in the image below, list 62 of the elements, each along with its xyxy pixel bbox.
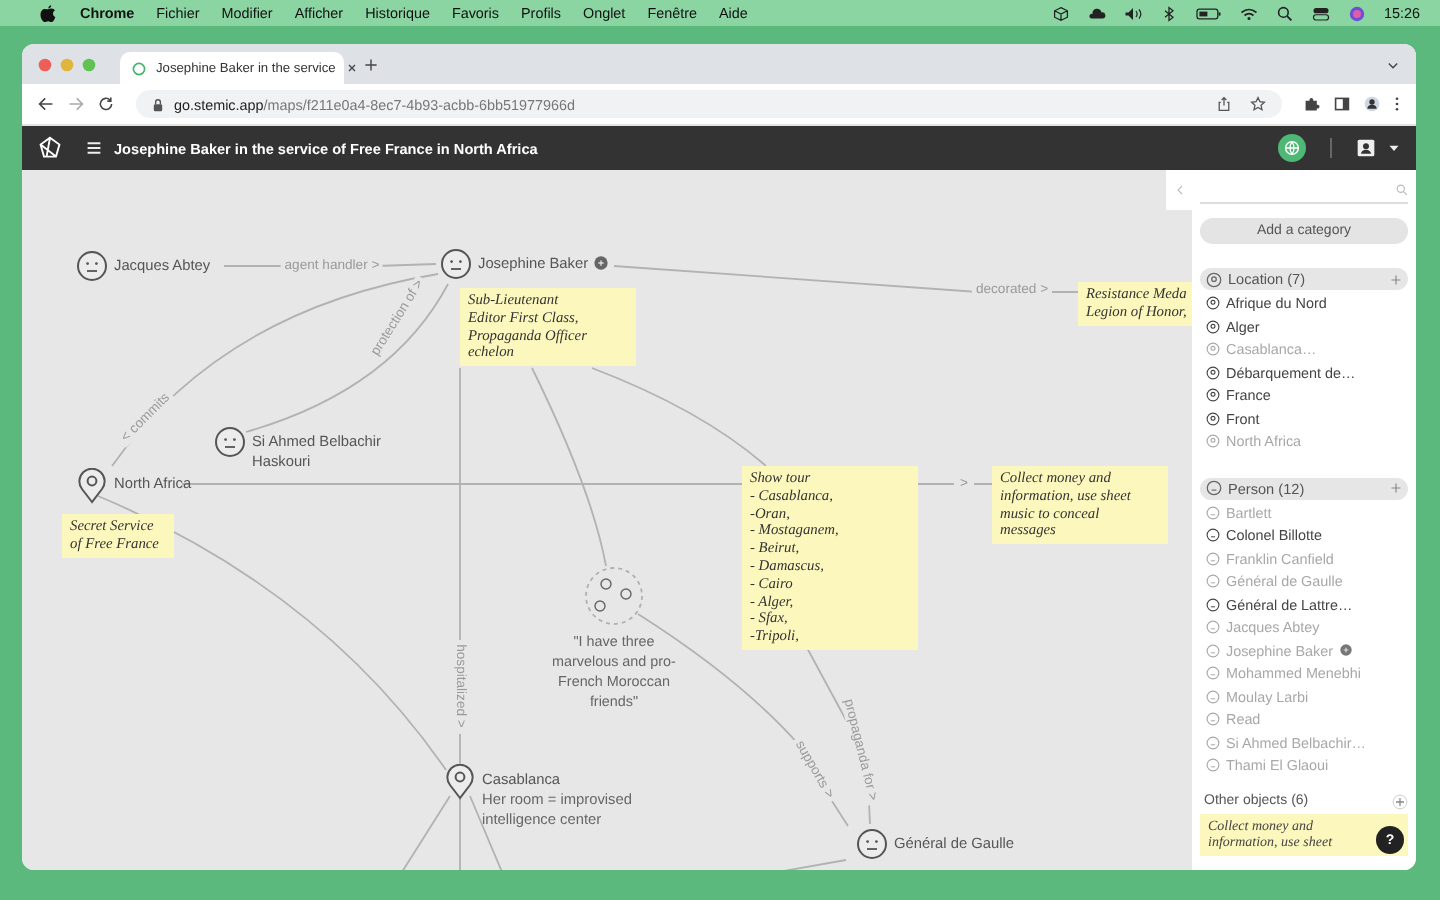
cloud-icon[interactable] (1088, 5, 1106, 21)
search-icon[interactable] (1276, 5, 1294, 21)
connector-line (917, 483, 993, 485)
share-icon[interactable] (1216, 96, 1232, 112)
badge-icon (594, 256, 609, 270)
app-logo-icon[interactable] (38, 136, 62, 160)
person-face-icon (1206, 528, 1220, 543)
person-face-icon (1206, 735, 1220, 750)
location-pin-icon[interactable] (444, 764, 476, 800)
reload-icon[interactable] (98, 96, 114, 112)
person-face-icon[interactable] (856, 828, 888, 860)
caret-icon[interactable] (1388, 142, 1400, 154)
person-face-icon (1206, 643, 1220, 658)
person-face-icon (1206, 480, 1222, 496)
battery-icon[interactable] (1196, 5, 1222, 21)
location-pin-icon[interactable] (76, 468, 108, 504)
person-face-icon[interactable] (214, 426, 246, 458)
apple-logo-icon[interactable] (40, 3, 56, 23)
chevron-down-icon[interactable] (1386, 57, 1400, 71)
person-face-icon (1206, 712, 1220, 727)
person-face-icon (1206, 551, 1220, 566)
back-arrow-icon[interactable] (38, 96, 54, 112)
profile-avatar-icon[interactable] (1364, 96, 1380, 112)
public-globe-button[interactable] (1278, 134, 1306, 162)
wifi-icon[interactable] (1240, 5, 1258, 21)
person-face-icon[interactable] (76, 250, 108, 282)
bluetooth-icon[interactable] (1160, 5, 1178, 21)
location-pin-icon (1206, 388, 1220, 403)
close-window-icon[interactable] (38, 57, 52, 71)
location-pin-icon (1206, 342, 1220, 357)
new-tab-icon[interactable] (364, 57, 378, 71)
sidebar-icon[interactable] (1334, 96, 1350, 112)
location-pin-icon (1206, 271, 1222, 287)
speaker-icon[interactable] (1124, 5, 1142, 21)
puzzle-piece-icon[interactable] (1304, 96, 1320, 112)
kebab-menu-icon[interactable] (1394, 96, 1400, 112)
favicon-icon (132, 61, 146, 75)
person-face-icon (1206, 666, 1220, 681)
person-face-icon (1206, 505, 1220, 520)
chevron-left-icon (1175, 184, 1183, 196)
close-tab-icon[interactable] (345, 62, 358, 74)
search-icon (1396, 184, 1408, 196)
location-pin-icon (1206, 365, 1220, 380)
person-face-icon (1206, 758, 1220, 773)
person-face-icon (1206, 689, 1220, 704)
siri-icon[interactable] (1348, 5, 1366, 21)
star-icon[interactable] (1250, 96, 1266, 112)
person-face-icon (1206, 574, 1220, 589)
menu-icon[interactable] (86, 140, 102, 156)
location-pin-icon (1206, 319, 1220, 334)
toggles-icon[interactable] (1312, 5, 1330, 21)
lock-icon (152, 97, 164, 111)
location-pin-icon (1206, 411, 1220, 426)
person-face-icon (1206, 620, 1220, 635)
person-face-icon[interactable] (440, 248, 472, 280)
cube-icon[interactable] (1052, 5, 1070, 21)
person-face-icon (1206, 597, 1220, 612)
location-pin-icon (1206, 296, 1220, 311)
account-card-icon[interactable] (1356, 138, 1376, 158)
globe-icon (1284, 140, 1300, 156)
group-node-icon[interactable] (584, 566, 644, 626)
location-pin-icon (1206, 434, 1220, 449)
